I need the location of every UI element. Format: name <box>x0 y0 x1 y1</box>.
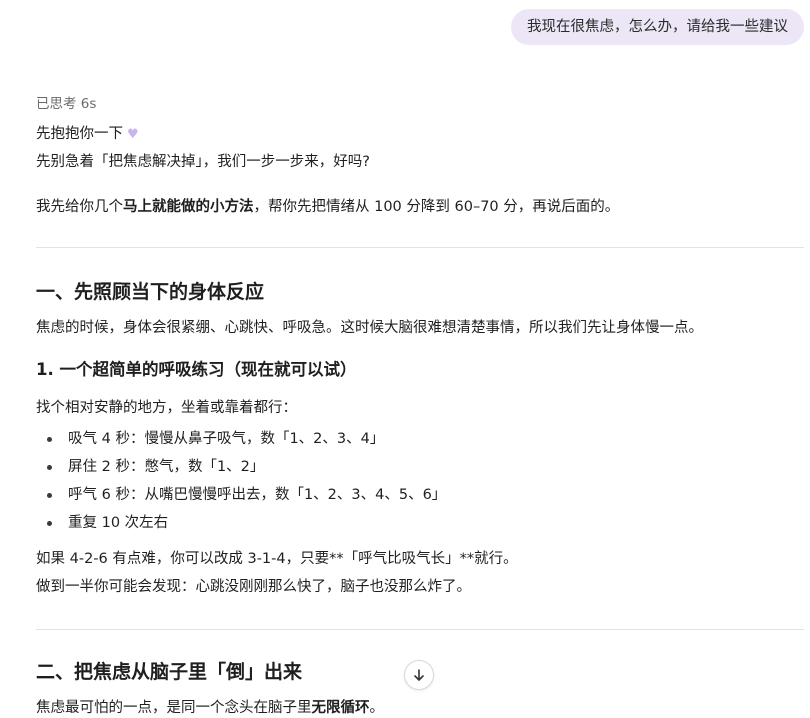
intro-line-3-end: ，帮你先把情绪从 100 分降到 60–70 分，再说后面的。 <box>253 199 620 215</box>
intro-line-1: 先抱抱你一下 ♥ <box>36 124 139 145</box>
section-2-desc-start: 焦虑最可怕的一点，是同一个念头在脑子里 <box>36 700 312 716</box>
breathing-exercise-intro: 找个相对安静的地方，坐着或靠着都行： <box>36 400 297 416</box>
section-2-desc-end: 。 <box>369 700 385 716</box>
divider <box>36 629 804 630</box>
section-2-desc-bold: 无限循环 <box>311 700 370 716</box>
divider <box>36 247 804 248</box>
list-item: 吸气 4 秒：慢慢从鼻子吸气，数「1、2、3、4」 <box>46 431 385 447</box>
section-1-description: 焦虑的时候，身体会很紧绷、心跳快、呼吸急。这时候大脑很难想清楚事情，所以我们先让… <box>36 320 703 336</box>
intro-line-1-text: 先抱抱你一下 <box>36 126 123 142</box>
intro-line-3-bold: 马上就能做的小方法 <box>123 199 254 215</box>
breathing-note-1: 如果 4-2-6 有点难，你可以改成 3-1-4，只要**「呼气比吸气长」**就… <box>36 551 518 567</box>
breathing-note-2: 做到一半你可能会发现：心跳没刚刚那么快了，脑子也没那么炸了。 <box>36 579 471 595</box>
list-item: 屏住 2 秒：憋气，数「1、2」 <box>46 459 265 475</box>
section-2-heading: 二、把焦虑从脑子里「倒」出来 <box>36 661 303 683</box>
list-item: 呼气 6 秒：从嘴巴慢慢呼出去，数「1、2、3、4、5、6」 <box>46 487 447 503</box>
section-1-heading: 一、先照顾当下的身体反应 <box>36 281 265 303</box>
section-2-description: 焦虑最可怕的一点，是同一个念头在脑子里无限循环。 <box>36 698 384 718</box>
list-item: 重复 10 次左右 <box>46 515 169 531</box>
scroll-to-bottom-button[interactable] <box>404 660 434 690</box>
thinking-duration-label[interactable]: 已思考 6s <box>36 92 96 112</box>
breathing-exercise-heading: 1. 一个超简单的呼吸练习（现在就可以试） <box>36 360 357 379</box>
user-message-bubble: 我现在很焦虑，怎么办，请给我一些建议 <box>511 9 804 45</box>
intro-line-3: 我先给你几个马上就能做的小方法，帮你先把情绪从 100 分降到 60–70 分，… <box>36 197 619 217</box>
heart-icon: ♥ <box>127 127 139 142</box>
intro-line-3-start: 我先给你几个 <box>36 199 123 215</box>
intro-line-2: 先别急着「把焦虑解决掉」，我们一步一步来，好吗? <box>36 154 370 170</box>
arrow-down-icon <box>414 669 424 681</box>
